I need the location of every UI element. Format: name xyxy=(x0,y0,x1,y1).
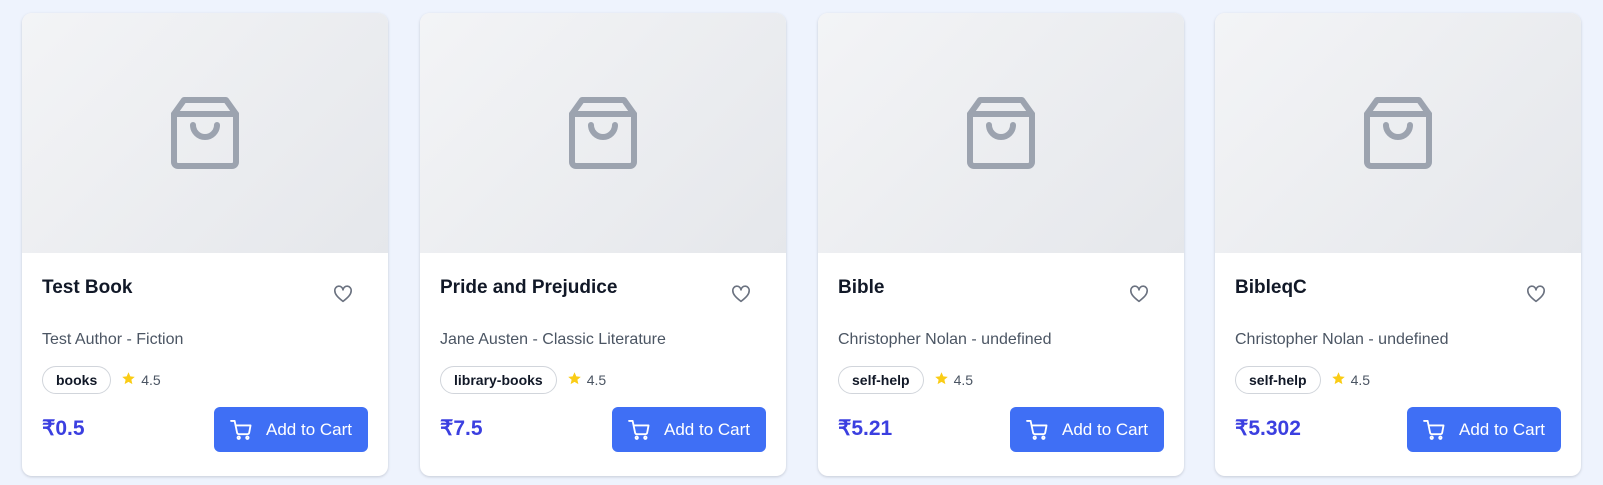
product-image-placeholder[interactable] xyxy=(818,13,1184,253)
star-icon xyxy=(1331,371,1346,389)
add-to-cart-label: Add to Cart xyxy=(664,419,750,439)
category-badge: self-help xyxy=(838,366,924,394)
product-author-category: Christopher Nolan - undefined xyxy=(838,331,1052,348)
product-title[interactable]: BibleqC xyxy=(1235,277,1307,299)
product-card-body: BibleqC Christopher Nolan - undefined se… xyxy=(1215,253,1581,476)
shopping-bag-icon xyxy=(1363,96,1433,170)
product-card[interactable]: Bible Christopher Nolan - undefined self… xyxy=(818,13,1184,476)
product-image-placeholder[interactable] xyxy=(1215,13,1581,253)
product-card-body: Test Book Test Author - Fiction books 4.… xyxy=(22,253,388,476)
rating-value: 4.5 xyxy=(953,372,974,388)
product-title[interactable]: Pride and Prejudice xyxy=(440,277,617,299)
shopping-bag-icon xyxy=(568,96,638,170)
add-to-cart-label: Add to Cart xyxy=(1062,419,1148,439)
product-image-placeholder[interactable] xyxy=(420,13,786,253)
rating: 4.5 xyxy=(121,371,161,389)
product-grid: Test Book Test Author - Fiction books 4.… xyxy=(0,0,1603,485)
product-card-body: Pride and Prejudice Jane Austen - Classi… xyxy=(420,253,786,476)
product-card[interactable]: Test Book Test Author - Fiction books 4.… xyxy=(22,13,388,476)
product-price: ₹7.5 xyxy=(440,417,483,440)
product-meta: self-help 4.5 xyxy=(1235,366,1370,394)
star-icon xyxy=(934,371,949,389)
add-to-cart-button[interactable]: Add to Cart xyxy=(1407,407,1561,452)
rating-value: 4.5 xyxy=(141,372,161,388)
product-title[interactable]: Bible xyxy=(838,277,884,299)
favorite-button[interactable] xyxy=(1523,283,1549,309)
product-image-placeholder[interactable] xyxy=(22,13,388,253)
cart-icon xyxy=(1026,419,1048,440)
product-meta: self-help 4.5 xyxy=(838,366,973,394)
favorite-button[interactable] xyxy=(1126,283,1152,309)
heart-icon xyxy=(731,284,751,308)
product-price: ₹0.5 xyxy=(42,417,85,440)
rating: 4.5 xyxy=(567,371,606,389)
category-badge: books xyxy=(42,366,112,394)
product-author-category: Test Author - Fiction xyxy=(42,331,184,348)
product-price: ₹5.302 xyxy=(1235,417,1301,440)
rating-value: 4.5 xyxy=(1350,372,1371,388)
category-badge: self-help xyxy=(1235,366,1321,394)
star-icon xyxy=(121,371,136,389)
product-meta: library-books 4.5 xyxy=(440,366,606,394)
star-icon xyxy=(567,371,582,389)
product-price: ₹5.21 xyxy=(838,417,893,440)
product-card-body: Bible Christopher Nolan - undefined self… xyxy=(818,253,1184,476)
rating: 4.5 xyxy=(1331,371,1370,389)
add-to-cart-button[interactable]: Add to Cart xyxy=(214,407,368,452)
shopping-bag-icon xyxy=(170,96,240,170)
product-author-category: Jane Austen - Classic Literature xyxy=(440,331,666,348)
product-card[interactable]: BibleqC Christopher Nolan - undefined se… xyxy=(1215,13,1581,476)
favorite-button[interactable] xyxy=(330,283,356,309)
shopping-bag-icon xyxy=(966,96,1036,170)
heart-icon xyxy=(1129,284,1149,308)
product-card[interactable]: Pride and Prejudice Jane Austen - Classi… xyxy=(420,13,786,476)
product-title[interactable]: Test Book xyxy=(42,277,132,299)
favorite-button[interactable] xyxy=(728,283,754,309)
add-to-cart-label: Add to Cart xyxy=(1459,419,1545,439)
add-to-cart-button[interactable]: Add to Cart xyxy=(612,407,766,452)
add-to-cart-button[interactable]: Add to Cart xyxy=(1010,407,1164,452)
rating: 4.5 xyxy=(934,371,973,389)
category-badge: library-books xyxy=(440,366,557,394)
product-meta: books 4.5 xyxy=(42,366,161,394)
product-author-category: Christopher Nolan - undefined xyxy=(1235,331,1449,348)
heart-icon xyxy=(1526,284,1546,308)
add-to-cart-label: Add to Cart xyxy=(266,419,352,439)
cart-icon xyxy=(1423,419,1445,440)
cart-icon xyxy=(230,419,252,440)
cart-icon xyxy=(628,419,650,440)
heart-icon xyxy=(333,284,353,308)
rating-value: 4.5 xyxy=(586,372,607,388)
